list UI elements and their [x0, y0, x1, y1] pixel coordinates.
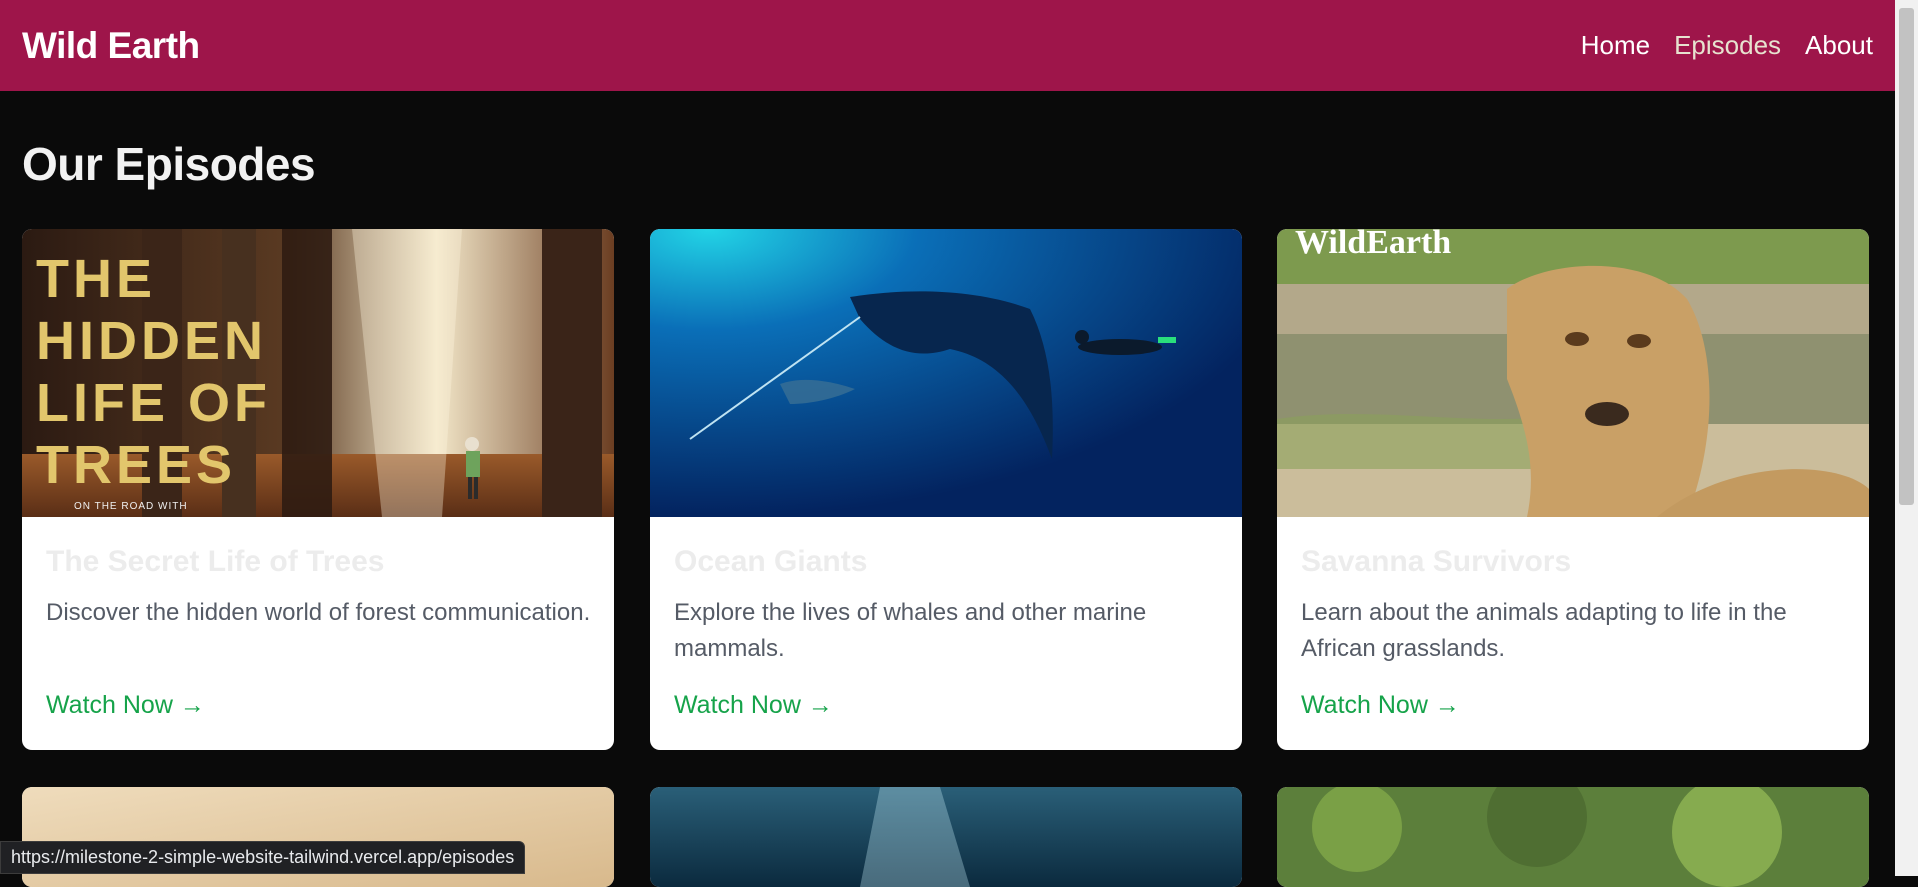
- top-navbar: Wild Earth Home Episodes About: [0, 0, 1895, 91]
- episode-description: Explore the lives of whales and other ma…: [674, 599, 1147, 662]
- episode-image-trees: THE HIDDEN LIFE OF TREES ON THE ROAD WIT…: [22, 229, 614, 517]
- nav-link-home[interactable]: Home: [1581, 30, 1650, 61]
- episode-card-ocean: Ocean Giants Explore the lives of whales…: [650, 229, 1242, 750]
- nav-link-episodes[interactable]: Episodes: [1674, 30, 1781, 61]
- episode-title: The Secret Life of Trees: [46, 545, 385, 578]
- watch-now-link-ocean[interactable]: Watch Now →: [674, 691, 833, 720]
- scrollbar-thumb[interactable]: [1899, 8, 1914, 505]
- page-scrollbar[interactable]: [1895, 0, 1918, 876]
- watch-now-link-trees[interactable]: Watch Now →: [46, 691, 205, 720]
- episode-description: Learn about the animals adapting to life…: [1301, 599, 1787, 662]
- episode-card-trees: THE HIDDEN LIFE OF TREES ON THE ROAD WIT…: [22, 229, 614, 750]
- link-status-bar: https://milestone-2-simple-website-tailw…: [0, 841, 526, 874]
- nav-links: Home Episodes About: [1581, 30, 1873, 61]
- wildearth-watermark: WildEarth: [1295, 229, 1451, 261]
- episode-card-partial-3: [1277, 787, 1869, 887]
- episode-image-partial-3: [1277, 787, 1869, 887]
- tree-poster-line-2: HIDDEN: [36, 311, 267, 371]
- nav-link-about[interactable]: About: [1805, 30, 1873, 61]
- episode-card-partial-2: [650, 787, 1242, 887]
- watch-now-link-savanna[interactable]: Watch Now →: [1301, 691, 1460, 720]
- brand-logo[interactable]: Wild Earth: [22, 25, 200, 67]
- tree-poster-line-1: THE: [36, 249, 156, 309]
- episode-title: Ocean Giants: [674, 545, 868, 578]
- episode-image-savanna: WildEarth: [1277, 229, 1869, 517]
- page-title: Our Episodes: [22, 138, 316, 190]
- tree-poster-line-3: LIFE OF: [36, 373, 271, 433]
- episode-image-ocean: [650, 229, 1242, 517]
- tree-poster-line-4: TREES: [36, 435, 236, 495]
- episode-title: Savanna Survivors: [1301, 545, 1572, 578]
- episode-image-partial-2: [650, 787, 1242, 887]
- episode-description: Discover the hidden world of forest comm…: [46, 599, 591, 626]
- tree-poster-caption: ON THE ROAD WITH: [74, 501, 188, 512]
- episode-card-savanna: WildEarth Savanna Survivors Learn about …: [1277, 229, 1869, 750]
